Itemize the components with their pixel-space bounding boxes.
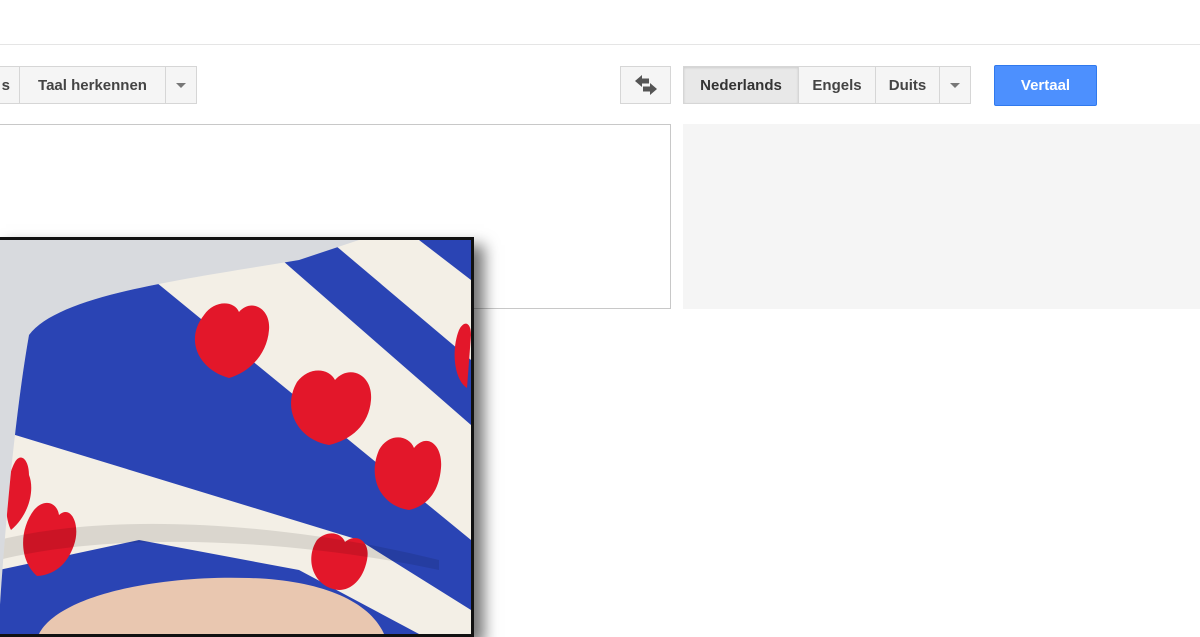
chevron-down-icon <box>950 82 960 88</box>
swap-arrows-icon <box>634 75 657 95</box>
chevron-down-icon <box>176 82 186 88</box>
detect-language-button[interactable]: Taal herkennen <box>19 66 166 104</box>
target-language-engels[interactable]: Engels <box>798 66 876 104</box>
swap-languages-button[interactable] <box>620 66 671 104</box>
target-language-dropdown-button[interactable] <box>939 66 971 104</box>
target-language-nederlands[interactable]: Nederlands <box>683 66 799 104</box>
translation-output <box>683 124 1200 309</box>
translate-button[interactable]: Vertaal <box>994 65 1097 106</box>
frisian-hat-illustration <box>0 240 471 634</box>
source-language-dropdown-button[interactable] <box>165 66 197 104</box>
photo-frisian-hat <box>0 237 474 637</box>
target-language-duits[interactable]: Duits <box>875 66 940 104</box>
top-bar <box>0 0 1200 45</box>
source-language-partial-button[interactable]: s <box>0 66 20 104</box>
